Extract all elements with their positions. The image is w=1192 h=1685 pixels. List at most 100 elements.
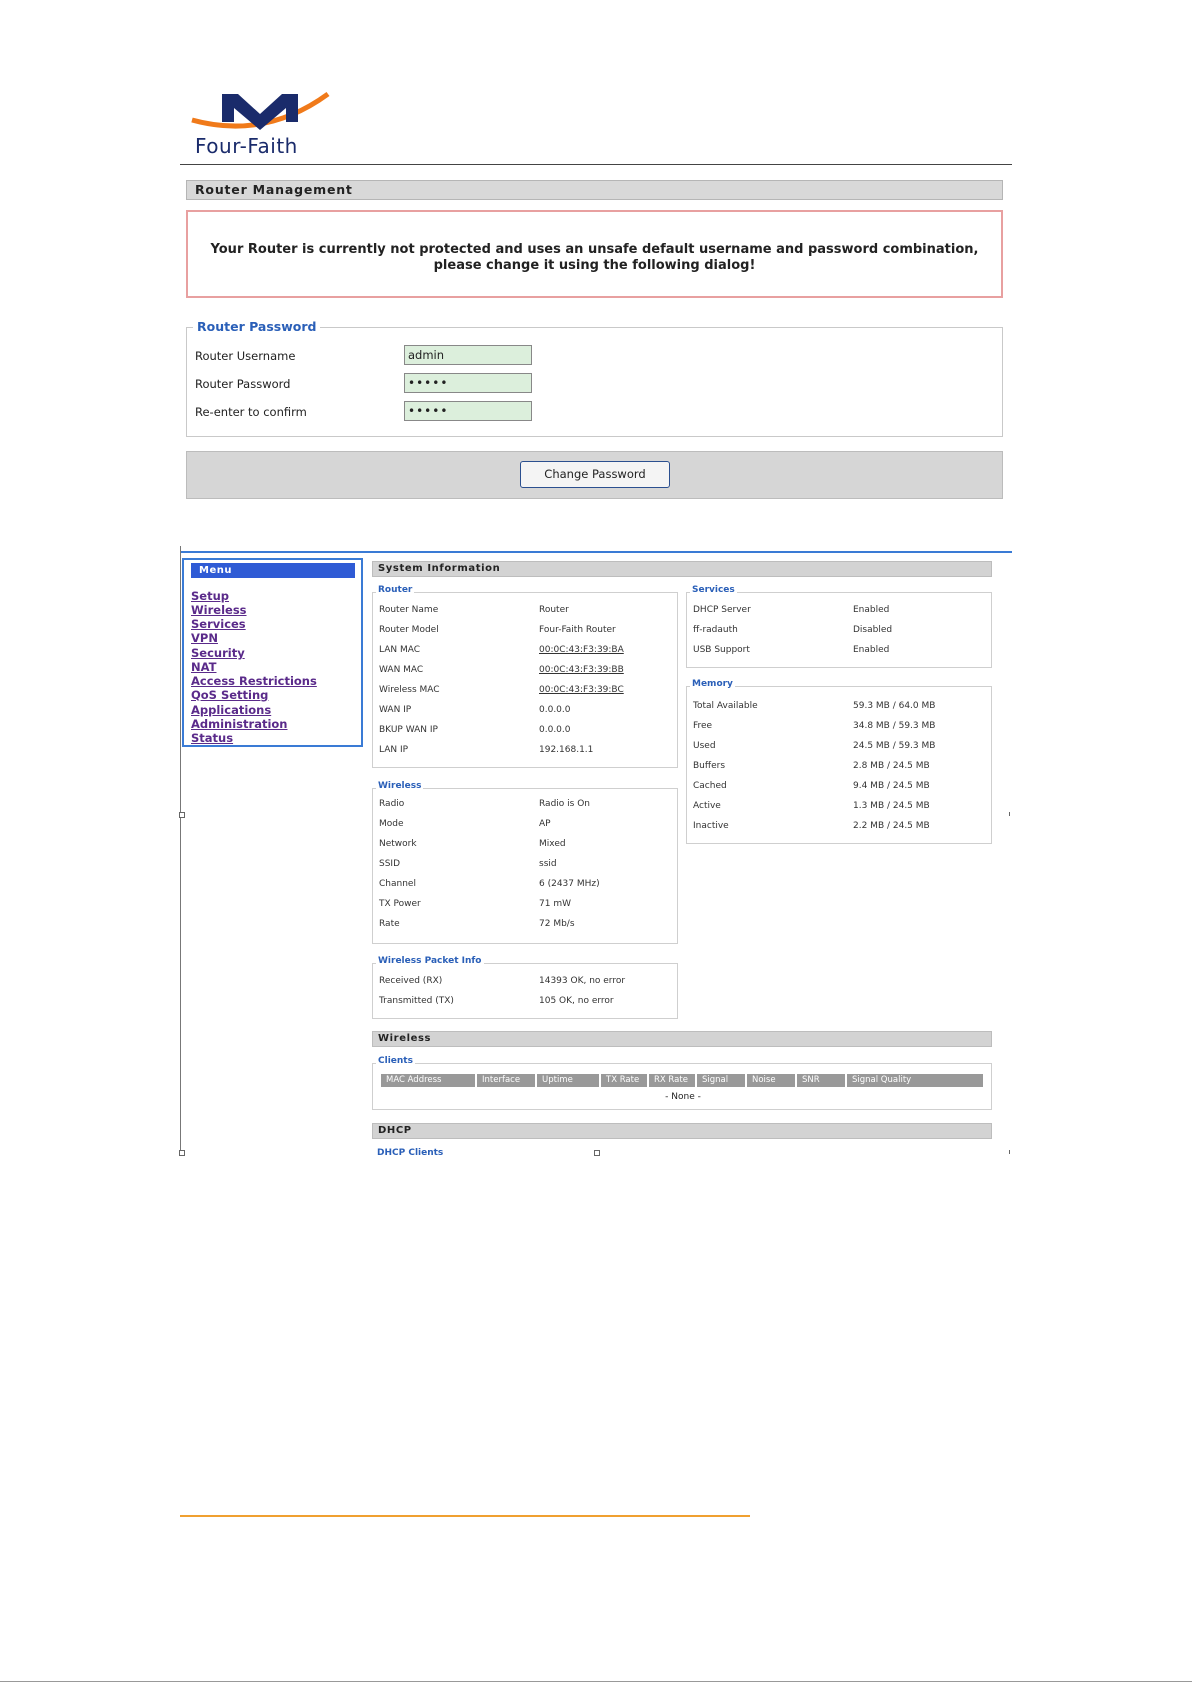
info-value: 0.0.0.0 xyxy=(539,725,571,735)
frame-handle xyxy=(594,1150,600,1156)
side-menu: Menu Setup Wireless Services VPN Securit… xyxy=(182,558,363,747)
info-value: 1.3 MB / 24.5 MB xyxy=(853,801,930,811)
status-frame-top xyxy=(180,551,1012,553)
confirm-password-input[interactable]: ••••• xyxy=(404,401,532,421)
column-header[interactable]: Noise xyxy=(747,1074,795,1087)
clients-table-header: MAC Address Interface Uptime TX Rate RX … xyxy=(381,1074,983,1088)
wireless-mac-link[interactable]: 00:0C:43:F3:39:BC xyxy=(539,685,624,695)
username-input[interactable]: admin xyxy=(404,345,532,365)
info-label: Transmitted (TX) xyxy=(379,996,454,1006)
info-label: Inactive xyxy=(693,821,729,831)
column-header[interactable]: Signal xyxy=(697,1074,745,1087)
info-label: Buffers xyxy=(693,761,726,771)
wireless-fieldset: Wireless Radio Radio is On Mode AP Netwo… xyxy=(372,781,678,944)
info-value: 34.8 MB / 59.3 MB xyxy=(853,721,936,731)
info-value: 2.2 MB / 24.5 MB xyxy=(853,821,930,831)
wireless-section-bar: Wireless xyxy=(372,1031,992,1047)
info-label: WAN MAC xyxy=(379,665,424,675)
column-header[interactable]: Signal Quality xyxy=(847,1074,983,1087)
info-value: 72 Mb/s xyxy=(539,919,575,929)
menu-item-services[interactable]: Services xyxy=(191,617,246,631)
menu-item-applications[interactable]: Applications xyxy=(191,703,271,717)
info-value: Router xyxy=(539,605,569,615)
info-value: Disabled xyxy=(853,625,893,635)
info-value: 6 (2437 MHz) xyxy=(539,879,600,889)
frame-handle xyxy=(179,1150,185,1156)
confirm-password-label: Re-enter to confirm xyxy=(195,405,307,419)
menu-item-administration[interactable]: Administration xyxy=(191,717,288,731)
services-legend: Services xyxy=(690,585,737,595)
info-value: 59.3 MB / 64.0 MB xyxy=(853,701,936,711)
packet-info-legend: Wireless Packet Info xyxy=(376,956,484,966)
frame-handle xyxy=(1009,1150,1010,1154)
column-header[interactable]: MAC Address xyxy=(381,1074,475,1087)
column-header[interactable]: SNR xyxy=(797,1074,845,1087)
info-value: Four-Faith Router xyxy=(539,625,616,635)
frame-handle xyxy=(1009,812,1010,816)
info-label: Total Available xyxy=(693,701,758,711)
column-header[interactable]: Interface xyxy=(477,1074,535,1087)
info-value: 192.168.1.1 xyxy=(539,745,594,755)
info-value: Mixed xyxy=(539,839,566,849)
dhcp-section-bar: DHCP xyxy=(372,1123,992,1139)
info-value: Enabled xyxy=(853,605,890,615)
header-divider xyxy=(180,164,1012,165)
password-input[interactable]: ••••• xyxy=(404,373,532,393)
security-warning: Your Router is currently not protected a… xyxy=(186,210,1003,298)
clients-empty-message: - None - xyxy=(665,1092,701,1102)
router-password-legend: Router Password xyxy=(193,319,321,334)
lan-mac-link[interactable]: 00:0C:43:F3:39:BA xyxy=(539,645,624,655)
info-label: LAN MAC xyxy=(379,645,421,655)
info-label: Network xyxy=(379,839,417,849)
router-management-bar: Router Management xyxy=(186,180,1003,200)
info-value: ssid xyxy=(539,859,557,869)
packet-info-fieldset: Wireless Packet Info Received (RX) 14393… xyxy=(372,956,678,1019)
info-label: Router Name xyxy=(379,605,439,615)
menu-item-vpn[interactable]: VPN xyxy=(191,631,218,645)
wireless-legend: Wireless xyxy=(376,781,424,791)
info-label: Cached xyxy=(693,781,727,791)
info-label: Mode xyxy=(379,819,404,829)
dhcp-clients-legend: DHCP Clients xyxy=(377,1148,444,1156)
menu-item-wireless[interactable]: Wireless xyxy=(191,603,247,617)
column-header[interactable]: Uptime xyxy=(537,1074,599,1087)
info-label: TX Power xyxy=(379,899,421,909)
router-password-fieldset: Router Password Router Username admin Ro… xyxy=(186,319,1003,437)
change-password-button[interactable]: Change Password xyxy=(520,461,670,488)
info-label: Rate xyxy=(379,919,400,929)
router-info-fieldset: Router Router Name Router Router Model F… xyxy=(372,585,678,768)
menu-item-status[interactable]: Status xyxy=(191,731,233,745)
logo-text: Four-Faith xyxy=(195,134,298,158)
page-bottom-rule xyxy=(0,1681,1192,1682)
info-label: USB Support xyxy=(693,645,750,655)
menu-item-nat[interactable]: NAT xyxy=(191,660,216,674)
info-value: 24.5 MB / 59.3 MB xyxy=(853,741,936,751)
info-label: Received (RX) xyxy=(379,976,443,986)
status-frame-left xyxy=(180,546,181,1156)
column-header[interactable]: TX Rate xyxy=(601,1074,647,1087)
four-faith-logo: Four-Faith xyxy=(190,82,340,162)
wan-mac-link[interactable]: 00:0C:43:F3:39:BB xyxy=(539,665,624,675)
info-value: Enabled xyxy=(853,645,890,655)
info-value: 0.0.0.0 xyxy=(539,705,571,715)
menu-item-security[interactable]: Security xyxy=(191,646,245,660)
clients-fieldset: Clients MAC Address Interface Uptime TX … xyxy=(372,1056,992,1110)
info-label: Router Model xyxy=(379,625,439,635)
menu-item-access-restrictions[interactable]: Access Restrictions xyxy=(191,674,317,688)
info-label: Channel xyxy=(379,879,416,889)
info-label: Radio xyxy=(379,799,405,809)
menu-item-setup[interactable]: Setup xyxy=(191,589,229,603)
column-header[interactable]: RX Rate xyxy=(649,1074,695,1087)
services-fieldset: Services DHCP Server Enabled ff-radauth … xyxy=(686,585,992,668)
memory-legend: Memory xyxy=(690,679,735,689)
info-label: LAN IP xyxy=(379,745,409,755)
logo-mark-icon xyxy=(191,91,330,130)
info-label: Used xyxy=(693,741,716,751)
info-label: WAN IP xyxy=(379,705,412,715)
clients-legend: Clients xyxy=(376,1056,415,1066)
info-value: 105 OK, no error xyxy=(539,996,614,1006)
info-value: 9.4 MB / 24.5 MB xyxy=(853,781,930,791)
info-label: BKUP WAN IP xyxy=(379,725,438,735)
menu-item-qos-setting[interactable]: QoS Setting xyxy=(191,688,268,702)
info-label: DHCP Server xyxy=(693,605,751,615)
